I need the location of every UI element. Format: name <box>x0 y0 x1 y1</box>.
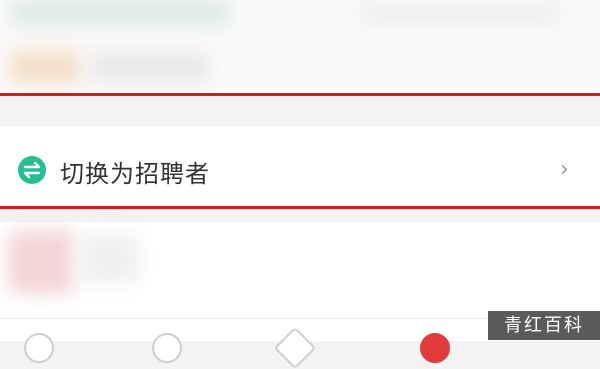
switch-to-recruiter-row[interactable]: 切换为招聘者 › <box>0 126 600 208</box>
tab-icon[interactable] <box>152 333 182 363</box>
highlight-line-bottom <box>0 206 600 209</box>
chevron-right-icon: › <box>560 157 569 182</box>
swap-arrows-icon <box>18 156 46 184</box>
blurred-content <box>8 230 74 294</box>
switch-to-recruiter-label: 切换为招聘者 <box>60 160 210 188</box>
blurred-content <box>10 50 80 84</box>
blurred-content <box>80 234 140 284</box>
highlight-line-top <box>0 93 600 96</box>
tab-icon-active[interactable] <box>420 333 450 363</box>
watermark: 青红百科 <box>488 311 600 340</box>
blurred-content <box>360 2 560 24</box>
blurred-lower-card <box>0 222 600 318</box>
tab-icon[interactable] <box>24 333 54 363</box>
tab-icon[interactable] <box>273 326 317 369</box>
blurred-top-row-1 <box>0 0 600 40</box>
blurred-top-row-2 <box>0 40 600 92</box>
blurred-content <box>90 52 210 82</box>
blurred-content <box>10 0 230 26</box>
